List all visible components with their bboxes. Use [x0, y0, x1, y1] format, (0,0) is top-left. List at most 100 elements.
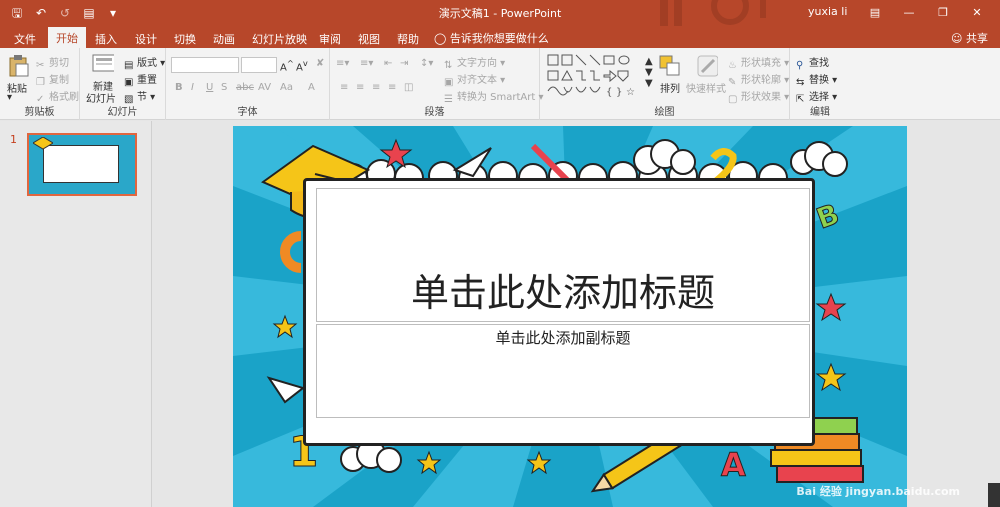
- replace-button[interactable]: ⇆ 替换 ▾: [796, 71, 837, 88]
- quick-styles-button[interactable]: 快速样式: [686, 80, 726, 95]
- svg-text:{: {: [606, 87, 612, 98]
- copy-button[interactable]: ❐ 复制: [36, 71, 69, 88]
- tab-design[interactable]: 设计: [135, 29, 157, 49]
- svg-text:}: }: [616, 87, 622, 98]
- quick-styles-icon[interactable]: [696, 54, 718, 78]
- slide[interactable]: B 1 A 单击此处添加标题 单击此处添加副标题: [233, 126, 907, 507]
- new-slide-icon[interactable]: [92, 53, 114, 77]
- align-center-icon[interactable]: ≡: [356, 82, 364, 93]
- scissors-icon: ✂: [36, 60, 45, 71]
- bullets-icon[interactable]: ≡▾: [336, 58, 349, 69]
- shrink-font-button[interactable]: Av: [296, 58, 308, 73]
- shape-fill-button[interactable]: ♨ 形状填充 ▾: [728, 54, 789, 71]
- ribbon-tabs: 文件 开始 插入 设计 切换 动画 幻灯片放映 审阅 视图 帮助 ◯ 告诉我你想…: [0, 26, 1000, 48]
- tell-me-box[interactable]: ◯ 告诉我你想要做什么: [434, 30, 549, 46]
- shapes-scroll-icon[interactable]: ▲ ▼ ▼: [645, 56, 653, 89]
- share-button[interactable]: ☺ 共享: [951, 30, 988, 46]
- clipboard-group-label: 剪贴板: [24, 107, 55, 118]
- tab-help[interactable]: 帮助: [397, 29, 419, 49]
- paste-dropdown-icon[interactable]: ▾: [7, 92, 12, 103]
- ribbon: 粘贴 ▾ ✂ 剪切 ❐ 复制 ✓ 格式刷 剪贴板 新建 幻灯片 ▤ 版式 ▾ ▣ 重置 ▧…: [0, 48, 1000, 120]
- grow-font-button[interactable]: A^: [280, 58, 294, 73]
- layout-button[interactable]: ▤ 版式 ▾: [124, 54, 165, 71]
- group-paragraph: ≡▾ ≡▾ ⇤ ⇥ ↕▾ ≡ ≡ ≡ ≡ ◫ ⇅ 文字方向 ▾ ▣ 对齐文本 ▾ ☰…: [330, 48, 544, 120]
- clear-format-icon[interactable]: ✘: [316, 58, 324, 69]
- window-title: 演示文稿1 - PowerPoint: [438, 7, 562, 20]
- editing-group-label: 编辑: [810, 107, 830, 118]
- char-spacing-button[interactable]: AV: [258, 82, 271, 93]
- title-bar: 🖫 ↶ ↺ ▤ ▾ 演示文稿1 - PowerPoint yuxia li ▤ …: [0, 0, 1000, 26]
- baidu-watermark: Bai 经验 jingyan.baidu.com: [796, 485, 960, 498]
- shape-outline-button[interactable]: ✎ 形状轮廓 ▾: [728, 71, 789, 88]
- person-icon: ☺: [951, 32, 963, 45]
- svg-text:A: A: [721, 446, 746, 484]
- paint-bucket-icon: ♨: [728, 60, 737, 71]
- font-color-button[interactable]: A: [308, 82, 315, 93]
- line-spacing-icon[interactable]: ↕▾: [420, 58, 433, 69]
- thumbnail-paper: [43, 145, 119, 183]
- font-name-box[interactable]: [171, 57, 239, 73]
- arrange-button[interactable]: 排列: [660, 80, 680, 95]
- columns-icon[interactable]: ◫: [404, 82, 413, 93]
- slides-group-label: 幻灯片: [107, 107, 138, 118]
- slide-thumbnail[interactable]: [27, 133, 137, 196]
- tab-file[interactable]: 文件: [14, 29, 36, 49]
- title-placeholder-text: 单击此处添加标题: [410, 271, 715, 315]
- align-text-button[interactable]: ▣ 对齐文本 ▾: [444, 71, 505, 88]
- shadow-button[interactable]: S: [221, 82, 227, 93]
- group-font: A^ Av ✘ B I U S abc AV Aa A 字体: [166, 48, 330, 120]
- minimize-icon[interactable]: —: [892, 2, 926, 24]
- tab-insert[interactable]: 插入: [95, 29, 117, 49]
- italic-button[interactable]: I: [191, 82, 194, 93]
- paragraph-group-label: 段落: [424, 107, 445, 118]
- group-editing: ⚲ 查找 ⇆ 替换 ▾ ⇱ 选择 ▾ 编辑: [790, 48, 850, 120]
- lightbulb-icon: ◯: [434, 32, 447, 45]
- align-right-icon[interactable]: ≡: [372, 82, 380, 93]
- underline-button[interactable]: U: [206, 82, 213, 93]
- search-icon: ⚲: [796, 60, 804, 71]
- justify-icon[interactable]: ≡: [388, 82, 396, 93]
- drawing-group-label: 绘图: [654, 107, 675, 118]
- reset-icon: ▣: [124, 77, 134, 88]
- group-clipboard: 粘贴 ▾ ✂ 剪切 ❐ 复制 ✓ 格式刷 剪贴板: [0, 48, 80, 120]
- arrange-icon[interactable]: [658, 54, 680, 78]
- group-drawing: { } ☆ ▲ ▼ ▼ 排列 快速样式 ♨ 形状填充 ▾ ✎ 形状轮廓 ▾ ▢ 形状效果 …: [540, 48, 790, 120]
- tell-me-text: 告诉我你想要做什么: [449, 32, 549, 45]
- strikethrough-button[interactable]: abc: [236, 82, 254, 93]
- slide-number: 1: [10, 133, 17, 146]
- group-slides: 新建 幻灯片 ▤ 版式 ▾ ▣ 重置 ▧ 节 ▾ 幻灯片: [80, 48, 166, 120]
- shapes-gallery[interactable]: { } ☆: [546, 53, 646, 101]
- copy-icon: ❐: [36, 77, 45, 88]
- ribbon-display-icon[interactable]: ▤: [858, 2, 892, 24]
- align-left-icon[interactable]: ≡: [340, 82, 348, 93]
- paste-icon[interactable]: [7, 54, 29, 78]
- tab-slideshow[interactable]: 幻灯片放映: [252, 29, 307, 49]
- change-case-button[interactable]: Aa: [280, 82, 293, 93]
- close-icon[interactable]: ✕: [960, 2, 994, 24]
- bold-button[interactable]: B: [175, 82, 183, 93]
- tab-animations[interactable]: 动画: [213, 29, 235, 49]
- tab-transitions[interactable]: 切换: [174, 29, 196, 49]
- tab-review[interactable]: 审阅: [319, 29, 341, 49]
- svg-text:☆: ☆: [626, 87, 635, 98]
- tab-home[interactable]: 开始: [48, 27, 86, 48]
- decrease-indent-icon[interactable]: ⇤: [384, 58, 392, 69]
- increase-indent-icon[interactable]: ⇥: [400, 58, 408, 69]
- slide-editor: B 1 A 单击此处添加标题 单击此处添加副标题 Bai 经验 jingyan.…: [153, 121, 1000, 507]
- subtitle-placeholder-text: 单击此处添加副标题: [495, 329, 631, 347]
- font-group-label: 字体: [237, 107, 258, 118]
- text-direction-button[interactable]: ⇅ 文字方向 ▾: [444, 54, 505, 71]
- scrollbar-thumb[interactable]: [988, 483, 1000, 507]
- tab-view[interactable]: 视图: [358, 29, 380, 49]
- text-direction-icon: ⇅: [444, 60, 453, 71]
- align-text-icon: ▣: [444, 77, 454, 88]
- font-size-box[interactable]: [241, 57, 277, 73]
- slide-thumbnail-pane: 1: [0, 121, 152, 507]
- cut-button[interactable]: ✂ 剪切: [36, 54, 69, 71]
- restore-icon[interactable]: ❐: [926, 2, 960, 24]
- user-name[interactable]: yuxia li: [808, 5, 847, 18]
- find-button[interactable]: ⚲ 查找: [796, 54, 829, 71]
- reset-button[interactable]: ▣ 重置: [124, 71, 157, 88]
- thumbnail-hat-icon: [33, 137, 53, 150]
- numbering-icon[interactable]: ≡▾: [360, 58, 373, 69]
